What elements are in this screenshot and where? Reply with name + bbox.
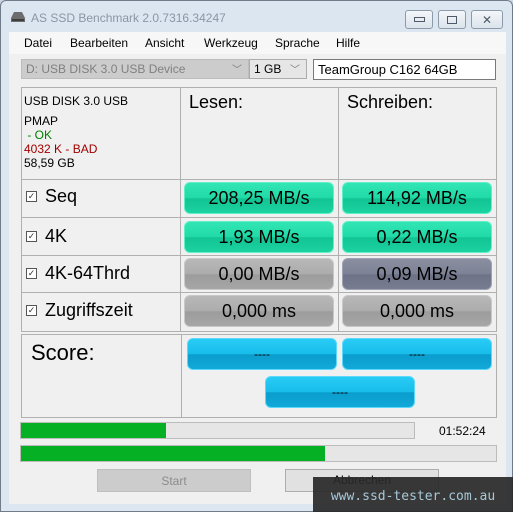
- row-label-seq[interactable]: ✓ Seq: [26, 186, 77, 207]
- access-write-result: 0,000 ms: [342, 295, 492, 327]
- score-write: ----: [342, 338, 492, 370]
- maximize-icon: [447, 15, 457, 24]
- 4k64-write-result: 0,09 MB/s: [342, 258, 492, 290]
- checkbox-checked-icon[interactable]: ✓: [26, 191, 37, 202]
- menu-bearbeiten[interactable]: Bearbeiten: [70, 36, 128, 50]
- size-value: 1 GB: [254, 62, 282, 76]
- grid-line: [21, 255, 497, 256]
- chevron-down-icon: ﹀: [290, 65, 300, 76]
- menu-bar: Datei Bearbeiten Ansicht Werkzeug Sprach…: [9, 32, 506, 54]
- total-progress-bar: [20, 445, 497, 462]
- grid-line: [180, 87, 181, 332]
- grid-line: [21, 87, 497, 88]
- grid-line: [21, 417, 497, 418]
- driver-status: - OK: [24, 128, 53, 142]
- elapsed-time: 01:52:24: [439, 424, 486, 438]
- grid-line: [21, 334, 497, 335]
- row-label-text: 4K: [45, 226, 68, 246]
- maximize-button[interactable]: [438, 10, 466, 29]
- menu-werkzeug[interactable]: Werkzeug: [204, 36, 258, 50]
- row-label-zugriffszeit[interactable]: ✓ Zugriffszeit: [26, 300, 133, 321]
- score-read: ----: [187, 338, 337, 370]
- watermark: www.ssd-tester.com.au: [313, 477, 513, 512]
- grid-line: [181, 334, 182, 418]
- window-title: AS SSD Benchmark 2.0.7316.34247: [31, 11, 226, 25]
- app-window: AS SSD Benchmark 2.0.7316.34247 ✕ Datei …: [0, 0, 513, 512]
- drive-info: USB DISK 3.0 USB PMAP - OK 4032 K - BAD …: [24, 94, 128, 170]
- drive-name-value: TeamGroup C162 64GB: [318, 62, 458, 77]
- grid-line: [21, 292, 497, 293]
- size-select[interactable]: 1 GB ﹀: [249, 59, 307, 79]
- row-label-text: Seq: [45, 186, 78, 206]
- seq-write-result: 114,92 MB/s: [342, 182, 492, 214]
- drive-name-input[interactable]: TeamGroup C162 64GB: [313, 59, 496, 80]
- app-drive-icon: [11, 12, 25, 22]
- grid-line: [21, 87, 22, 332]
- minimize-button[interactable]: [405, 10, 433, 29]
- checkbox-checked-icon[interactable]: ✓: [26, 305, 37, 316]
- chevron-down-icon: ﹀: [232, 65, 242, 76]
- menu-ansicht[interactable]: Ansicht: [145, 36, 184, 50]
- start-button[interactable]: Start: [97, 469, 251, 492]
- minimize-icon: [413, 17, 425, 22]
- drive-capacity: 58,59 GB: [24, 156, 75, 170]
- row-label-4k[interactable]: ✓ 4K: [26, 226, 67, 247]
- 4k-read-result: 1,93 MB/s: [184, 221, 334, 253]
- write-header: Schreiben:: [347, 92, 434, 112]
- menu-datei[interactable]: Datei: [24, 36, 52, 50]
- alignment-status: 4032 K - BAD: [24, 142, 98, 156]
- grid-line: [496, 334, 497, 418]
- 4k64-read-result: 0,00 MB/s: [184, 258, 334, 290]
- read-header: Lesen:: [189, 92, 244, 112]
- close-button[interactable]: ✕: [471, 10, 503, 29]
- grid-line: [21, 217, 497, 218]
- menu-sprache[interactable]: Sprache: [275, 36, 320, 50]
- grid-line: [338, 87, 339, 332]
- device-select[interactable]: D: USB DISK 3.0 USB Device ﹀: [21, 59, 249, 79]
- grid-line: [21, 331, 497, 332]
- 4k-write-result: 0,22 MB/s: [342, 221, 492, 253]
- device-value: D: USB DISK 3.0 USB Device: [26, 62, 186, 76]
- drive-model: USB DISK 3.0 USB: [24, 94, 129, 108]
- grid-line: [21, 179, 497, 180]
- test-progress-bar: [20, 422, 415, 439]
- checkbox-checked-icon[interactable]: ✓: [26, 231, 37, 242]
- menu-hilfe[interactable]: Hilfe: [336, 36, 360, 50]
- checkbox-checked-icon[interactable]: ✓: [26, 268, 37, 279]
- access-read-result: 0,000 ms: [184, 295, 334, 327]
- grid-line: [496, 87, 497, 332]
- row-label-text: Zugriffszeit: [45, 300, 133, 320]
- score-total: ----: [265, 376, 415, 408]
- driver-name: PMAP: [24, 114, 59, 128]
- row-label-4k-64thrd[interactable]: ✓ 4K-64Thrd: [26, 263, 130, 284]
- test-progress-fill: [21, 423, 167, 438]
- score-label: Score:: [31, 340, 95, 365]
- total-progress-fill: [21, 446, 325, 461]
- close-icon: ✕: [481, 12, 493, 27]
- title-bar: AS SSD Benchmark 2.0.7316.34247 ✕: [1, 1, 512, 33]
- row-label-text: 4K-64Thrd: [45, 263, 131, 283]
- seq-read-result: 208,25 MB/s: [184, 182, 334, 214]
- grid-line: [21, 334, 22, 418]
